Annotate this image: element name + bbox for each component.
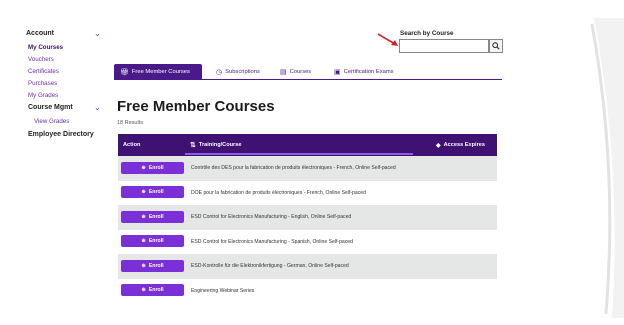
sidebar: Account ⌄ My Courses Vouchers Certificat… <box>12 8 112 313</box>
enroll-button[interactable]: ⊕ Enroll <box>121 186 184 198</box>
sidebar-item-course-mgmt[interactable]: Course Mgmt <box>28 104 73 111</box>
add-user-icon: ⊕ <box>141 287 146 293</box>
clock-icon: ◷ <box>216 69 223 76</box>
tab-bar: 🎁︎ Free Member Courses ◷ Subscriptions ▤… <box>114 64 502 80</box>
tab-certification-exams[interactable]: ▣ Certification Exams <box>328 64 400 80</box>
course-name: ESD Control for Electronics Manufacturin… <box>191 214 352 221</box>
tab-courses[interactable]: ▤ Courses <box>274 64 317 80</box>
enroll-button[interactable]: ⊕ Enroll <box>121 235 184 247</box>
sidebar-item-employee-directory[interactable]: Employee Directory <box>28 131 94 138</box>
tab-label: Certification Exams <box>343 69 394 75</box>
tab-label: Free Member Courses <box>131 69 190 75</box>
search-input[interactable] <box>399 39 489 53</box>
sort-icon: ◆ <box>436 142 441 149</box>
enroll-button[interactable]: ⊕ Enroll <box>121 284 184 296</box>
sidebar-item-vouchers[interactable]: Vouchers <box>28 56 54 63</box>
course-name: DOE pour la fabrication de produits élec… <box>191 189 366 196</box>
add-user-icon: ⊕ <box>141 238 146 244</box>
enroll-button[interactable]: ⊕ Enroll <box>121 161 184 174</box>
tab-label: Subscriptions <box>225 69 260 75</box>
add-user-icon: ⊕ <box>141 164 146 171</box>
gift-icon: 🎁︎ <box>120 69 129 76</box>
courses-table: Action ⇅ Training/Course ◆ Access Expire… <box>118 134 497 303</box>
table-row: ⊕ Enroll DOE pour la fabrication de produi… <box>118 180 497 205</box>
search-label: Search by Course <box>400 30 454 37</box>
chevron-down-icon[interactable]: ⌄ <box>94 29 101 38</box>
table-row: ⊕ Enroll Engineering Webinar Series <box>118 278 497 303</box>
certificate-icon: ▣ <box>334 69 341 76</box>
table-header: Action ⇅ Training/Course ◆ Access Expire… <box>118 134 497 156</box>
table-row: ⊕ Enroll ESD Control for Electronics Manuf… <box>118 205 497 230</box>
chevron-down-icon[interactable]: ⌄ <box>94 103 101 112</box>
table-row: ⊕ Enroll ESD Control for Electronics Manuf… <box>118 229 497 254</box>
screenshot-panel: Account ⌄ My Courses Vouchers Certificat… <box>12 8 590 313</box>
book-icon: ▤ <box>280 69 287 76</box>
table-body: ⊕ Enroll Contrôle des DES pour la fabricat… <box>118 156 497 303</box>
enroll-label: Enroll <box>148 189 164 195</box>
course-name: Engineering Webinar Series <box>191 287 255 294</box>
add-user-icon: ⊕ <box>141 189 146 195</box>
search-button[interactable] <box>489 39 503 53</box>
tab-label: Courses <box>289 69 312 75</box>
table-row: ⊕ Enroll ESD-Kontrolle für die Elektronikf… <box>118 254 497 279</box>
sidebar-item-purchases[interactable]: Purchases <box>28 80 57 87</box>
sidebar-item-certificates[interactable]: Certificates <box>28 68 59 75</box>
page-title: Free Member Courses <box>117 98 275 115</box>
column-header-action: Action <box>123 142 141 148</box>
sort-icon: ⇅ <box>190 142 196 149</box>
sidebar-item-my-grades[interactable]: My Grades <box>28 92 58 99</box>
enroll-label: Enroll <box>148 262 164 269</box>
table-row: ⊕ Enroll Contrôle des DES pour la fabricat… <box>118 156 497 181</box>
enroll-label: Enroll <box>148 164 164 171</box>
course-name: ESD Control for Electronics Manufacturin… <box>191 238 353 245</box>
results-count: 18 Results <box>117 120 143 126</box>
enroll-label: Enroll <box>148 238 164 244</box>
tab-subscriptions[interactable]: ◷ Subscriptions <box>210 64 266 80</box>
enroll-label: Enroll <box>148 213 164 220</box>
enroll-button[interactable]: ⊕ Enroll <box>121 210 184 223</box>
tab-free-member-courses[interactable]: 🎁︎ Free Member Courses <box>114 64 202 80</box>
sidebar-item-view-grades[interactable]: View Grades <box>34 118 69 125</box>
sidebar-item-account[interactable]: Account <box>26 30 54 37</box>
enroll-label: Enroll <box>148 287 164 293</box>
course-name: ESD-Kontrolle für die Elektronikfertigun… <box>191 263 349 270</box>
sidebar-item-my-courses[interactable]: My Courses <box>28 44 63 51</box>
search-icon <box>492 42 500 50</box>
add-user-icon: ⊕ <box>141 262 146 269</box>
course-name: Contrôle des DES pour la fabrication de … <box>191 165 396 172</box>
enroll-button[interactable]: ⊕ Enroll <box>121 259 184 272</box>
header-underline <box>185 153 413 155</box>
add-user-icon: ⊕ <box>141 213 146 220</box>
annotation-arrow-icon <box>377 33 398 46</box>
column-header-expires[interactable]: ◆ Access Expires <box>436 134 485 156</box>
